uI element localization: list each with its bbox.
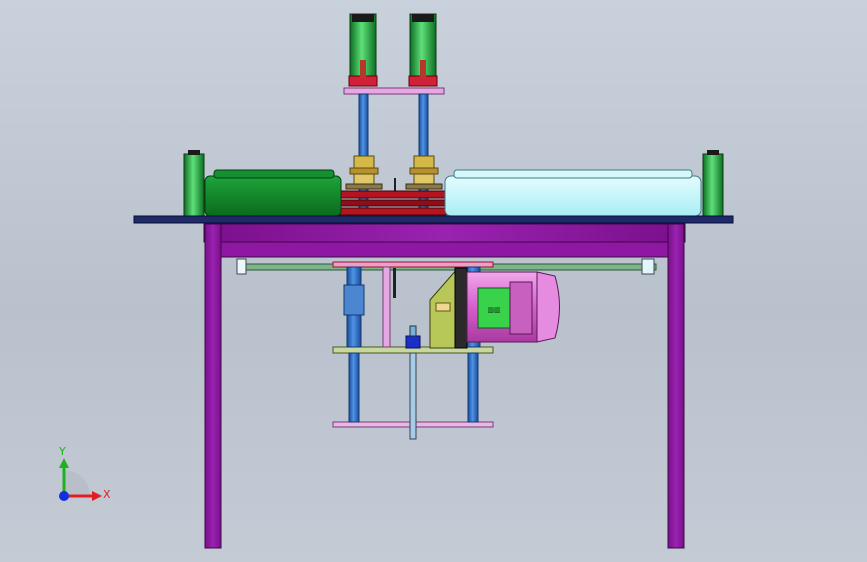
y-axis-label: Y xyxy=(58,445,66,458)
base-plate[interactable] xyxy=(133,215,734,224)
cad-viewport[interactable]: ▥▥ Y X xyxy=(0,0,867,562)
end-roller-right[interactable] xyxy=(702,150,724,217)
svg-text:▥▥: ▥▥ xyxy=(487,306,500,314)
left-green-cover[interactable] xyxy=(204,169,342,217)
end-roller-left[interactable] xyxy=(183,150,205,217)
drive-motor[interactable]: ▥▥ xyxy=(429,266,560,349)
top-mounting-plate[interactable] xyxy=(343,87,445,95)
top-actuator-right[interactable] xyxy=(408,13,438,87)
red-roller-bars[interactable] xyxy=(339,190,447,216)
upper-carriage-plate[interactable] xyxy=(332,261,494,268)
support-frame[interactable] xyxy=(203,223,686,549)
top-actuator-left[interactable] xyxy=(348,13,378,87)
x-axis-label: X xyxy=(103,488,111,501)
assembly-drawing: ▥▥ Y X xyxy=(58,13,734,549)
coordinate-triad: Y X xyxy=(58,445,111,501)
right-cyan-cover[interactable] xyxy=(444,169,702,217)
